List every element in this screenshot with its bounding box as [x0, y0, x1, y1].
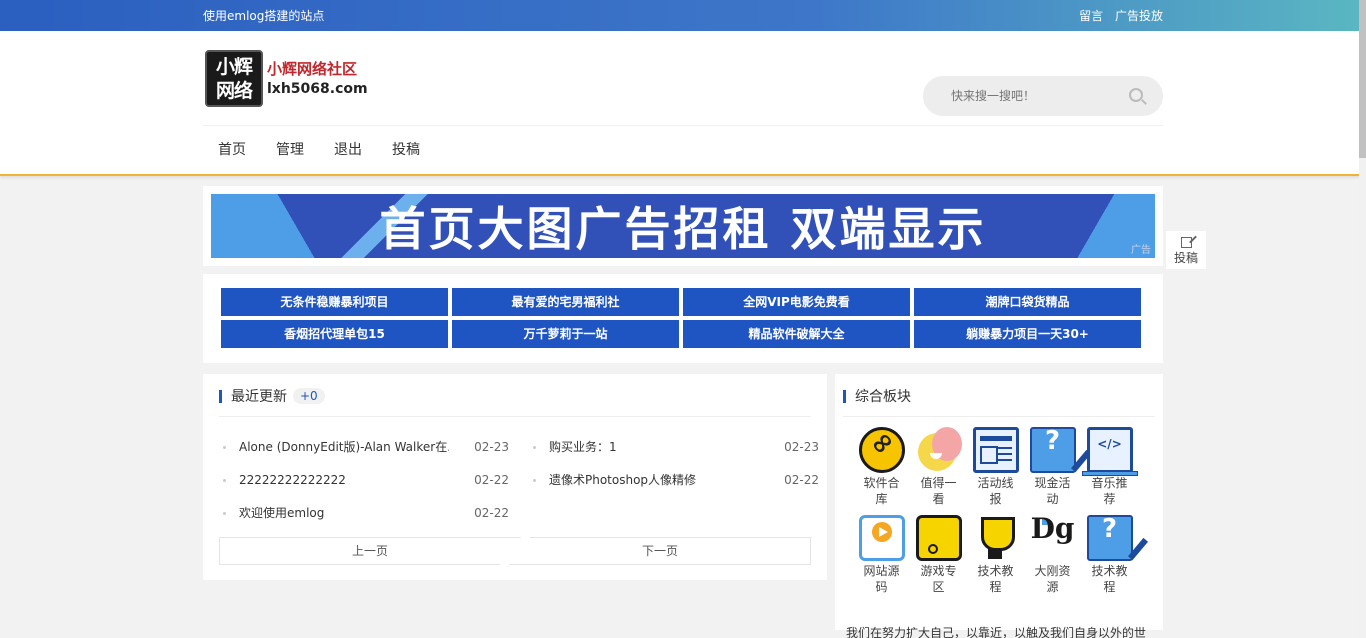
logo-mark: 小辉 网络: [205, 50, 263, 107]
section-title: 综合板块: [855, 389, 911, 405]
board-label: 技术教程: [1091, 564, 1128, 594]
site-logo[interactable]: 小辉 网络 小辉网络社区 lxh5068.com: [205, 50, 368, 107]
board-label: 技术教程: [977, 564, 1014, 594]
board-item[interactable]: 音乐推荐: [1081, 427, 1138, 507]
ad-link[interactable]: 万千萝莉于一站: [452, 320, 679, 348]
question-icon: [1029, 427, 1091, 473]
top-links: 留言 广告投放: [1071, 7, 1163, 24]
ad-link[interactable]: 全网VIP电影免费看: [683, 288, 910, 316]
ad-tag: 广告: [1131, 245, 1151, 256]
board-label: 音乐推荐: [1091, 476, 1128, 506]
forum-boards: 综合板块 软件合库 值得一看 活动线报 现金活动: [835, 374, 1163, 630]
header: 小辉 网络 小辉网络社区 lxh5068.com 首页 管理 退出 投稿: [0, 31, 1366, 221]
ad-link[interactable]: 无条件稳赚暴利项目: [221, 288, 448, 316]
board-item[interactable]: 网站源码: [853, 515, 910, 595]
top-link-advertise[interactable]: 广告投放: [1115, 9, 1163, 23]
recent-updates: 最近更新 +0 Alone (DonnyEdit版)-Alan Walker在.…: [203, 374, 827, 580]
post-date: 02-23: [474, 440, 509, 454]
play-icon: [858, 515, 905, 561]
board-item[interactable]: 软件合库: [853, 427, 910, 507]
board-grid: 软件合库 值得一看 活动线报 现金活动 音乐推荐: [843, 427, 1155, 595]
phone-icon: [915, 515, 962, 561]
post-title[interactable]: 购买业务：1: [529, 431, 759, 464]
scrollbar-thumb[interactable]: [1359, 0, 1366, 158]
edit-icon: [1180, 237, 1192, 248]
post-list: Alone (DonnyEdit版)-Alan Walker在... 02-23…: [219, 431, 819, 530]
post-date: 02-22: [474, 473, 509, 487]
link-icon: [858, 427, 905, 473]
board-label: 游戏专区: [920, 564, 957, 594]
board-item[interactable]: 现金活动: [1024, 427, 1091, 507]
side-submit-button[interactable]: 投稿: [1166, 231, 1206, 269]
document-icon: [972, 427, 1019, 473]
board-label: 大刚资源: [1034, 564, 1071, 594]
search-box: [923, 76, 1163, 116]
board-item[interactable]: 技术教程: [1081, 515, 1148, 595]
board-item[interactable]: 技术教程: [967, 515, 1024, 595]
site-tagline: 使用emlog搭建的站点: [203, 9, 325, 23]
board-item[interactable]: 大刚资源: [1024, 515, 1081, 595]
post-date: 02-23: [784, 440, 819, 454]
ad-link[interactable]: 香烟招代理单包15: [221, 320, 448, 348]
section-title: 最近更新: [231, 389, 287, 405]
list-item[interactable]: 购买业务：1 02-23: [529, 431, 819, 464]
list-item[interactable]: 欢迎使用emlog 02-22: [219, 497, 509, 530]
post-title[interactable]: 遗像术Photoshop人像精修: [529, 464, 759, 497]
post-title[interactable]: 欢迎使用emlog: [219, 497, 449, 530]
list-item[interactable]: Alone (DonnyEdit版)-Alan Walker在... 02-23: [219, 431, 509, 464]
board-label: 网站源码: [863, 564, 900, 594]
ad-links: 无条件稳赚暴利项目 最有爱的宅男福利社 全网VIP电影免费看 潮牌口袋货精品 香…: [203, 274, 1163, 363]
board-label: 活动线报: [977, 476, 1014, 506]
ad-link[interactable]: 潮牌口袋货精品: [914, 288, 1141, 316]
top-bar: 使用emlog搭建的站点 留言 广告投放: [0, 0, 1366, 31]
question-icon: [1086, 515, 1148, 561]
banner-text: 首页大图广告招租 双端显示: [379, 202, 987, 256]
search-input[interactable]: [923, 76, 1113, 116]
post-title[interactable]: 22222222222222: [219, 464, 449, 497]
banner-ad[interactable]: 首页大图广告招租 双端显示 广告: [211, 194, 1155, 258]
search-icon[interactable]: [1129, 88, 1143, 102]
list-item[interactable]: 22222222222222 02-22: [219, 464, 509, 497]
count-badge: +0: [293, 388, 325, 404]
pager: 上一页 下一页: [219, 537, 811, 565]
board-label: 软件合库: [863, 476, 900, 506]
board-item[interactable]: 游戏专区: [910, 515, 967, 595]
board-label: 值得一看: [920, 476, 957, 506]
ad-link[interactable]: 最有爱的宅男福利社: [452, 288, 679, 316]
ad-link[interactable]: 躺赚暴力项目一天30+: [914, 320, 1141, 348]
forum-description: 我们在努力扩大自己，以靠近，以触及我们自身以外的世: [846, 626, 1147, 638]
list-item[interactable]: 遗像术Photoshop人像精修 02-22: [529, 464, 819, 497]
top-link-guestbook[interactable]: 留言: [1079, 9, 1103, 23]
logo-domain: lxh5068.com: [267, 80, 368, 97]
next-page-button[interactable]: 下一页: [509, 537, 811, 565]
banner-container: 首页大图广告招租 双端显示 广告: [203, 186, 1163, 266]
prev-page-button[interactable]: 上一页: [219, 537, 521, 565]
post-date: 02-22: [784, 473, 819, 487]
trophy-icon: [973, 515, 1019, 561]
board-label: 现金活动: [1034, 476, 1071, 506]
face-icon: [916, 427, 962, 473]
board-item[interactable]: 值得一看: [910, 427, 967, 507]
post-date: 02-22: [474, 506, 509, 520]
ad-link[interactable]: 精品软件破解大全: [683, 320, 910, 348]
board-item[interactable]: 活动线报: [967, 427, 1024, 507]
scrollbar[interactable]: [1359, 0, 1366, 638]
code-icon: [1081, 427, 1138, 476]
post-title[interactable]: Alone (DonnyEdit版)-Alan Walker在...: [219, 431, 449, 464]
dg-logo-icon: [1030, 515, 1076, 561]
logo-name: 小辉网络社区: [267, 59, 358, 78]
side-submit-label: 投稿: [1173, 251, 1198, 265]
